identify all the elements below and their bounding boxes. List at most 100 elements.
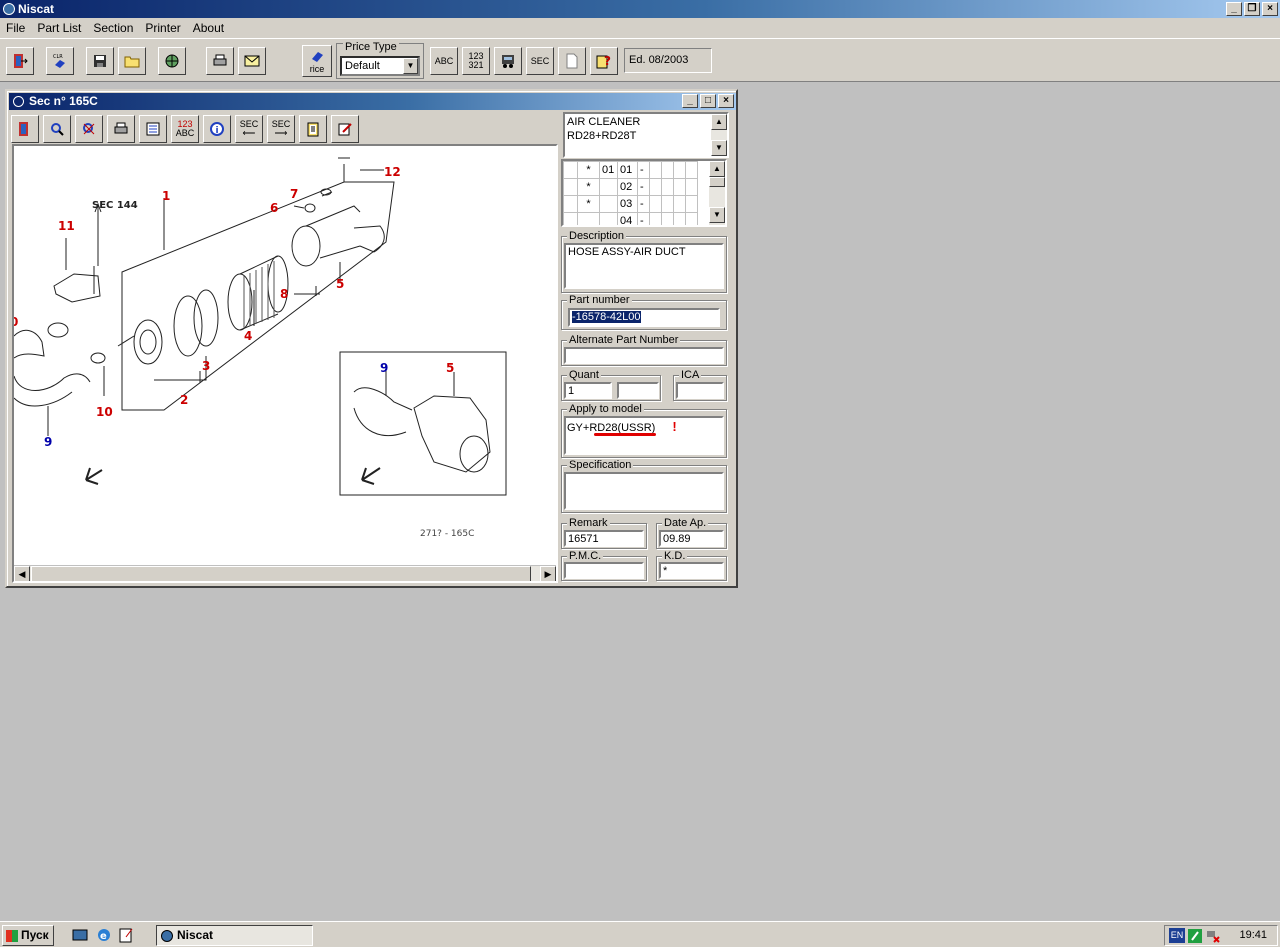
menu-printer[interactable]: Printer <box>139 18 186 38</box>
notepad-icon[interactable] <box>118 927 134 943</box>
quant-field[interactable]: 1 <box>564 382 612 399</box>
windows-flag-icon <box>6 930 18 942</box>
green-refresh-icon[interactable] <box>1187 928 1203 944</box>
date-ap-field[interactable]: 09.89 <box>659 530 724 547</box>
remark-field[interactable]: 16571 <box>564 530 644 547</box>
exit-door-icon <box>19 122 28 136</box>
menu-file[interactable]: File <box>0 18 31 38</box>
table-row[interactable]: * 02 - <box>563 178 698 196</box>
grid-scrollbar[interactable]: ▲ ▼ <box>709 161 725 225</box>
mail-button[interactable] <box>238 47 266 75</box>
parts-grid[interactable]: * 01 01 - * 02 - * 03 - 04 - ▲ ▼ <box>561 159 727 227</box>
price-type-label: Price Type <box>343 41 399 53</box>
child-close-button[interactable]: × <box>718 94 734 108</box>
minimize-button[interactable]: _ <box>1226 2 1242 16</box>
info-button[interactable]: i <box>203 115 231 143</box>
main-toolbar: CLR rice Price Type Default ▼ ABC 123 32… <box>0 38 1280 82</box>
exploded-view-drawing: SEC 144 1 2 3 4 5 6 7 8 10 11 12 0 5 9 9… <box>14 157 507 539</box>
section-name-scrollbar[interactable]: ▲ ▼ <box>711 114 727 156</box>
globe-button[interactable] <box>158 47 186 75</box>
scroll-down-icon[interactable]: ▼ <box>709 207 725 223</box>
svg-text:e: e <box>100 931 107 942</box>
drawing-footer-code: 271? - 165C <box>420 529 474 539</box>
language-indicator[interactable]: EN <box>1169 928 1185 943</box>
description-group: Description HOSE ASSY-AIR DUCT <box>561 230 727 293</box>
section-print-button[interactable] <box>107 115 135 143</box>
network-disconnected-icon[interactable] <box>1205 928 1221 944</box>
table-row[interactable]: * 01 01 - <box>563 161 698 179</box>
start-button[interactable]: Пуск <box>2 925 54 946</box>
description-label: Description <box>567 230 627 242</box>
zoom-button[interactable] <box>43 115 71 143</box>
save-button[interactable] <box>86 47 114 75</box>
price-type-select[interactable]: Default ▼ <box>340 56 420 76</box>
specification-field[interactable] <box>564 472 724 510</box>
close-button[interactable]: × <box>1262 2 1278 16</box>
internet-explorer-icon[interactable]: e <box>96 927 112 943</box>
menu-about[interactable]: About <box>187 18 230 38</box>
restore-button[interactable]: ❐ <box>1244 2 1260 16</box>
prev-section-button[interactable]: SEC ⟵ <box>235 115 263 143</box>
callout-8: 8 <box>280 287 288 301</box>
pmc-field[interactable] <box>564 562 644 579</box>
section-window-title-bar[interactable]: Sec n° 165C _ □ × <box>9 93 736 110</box>
alt-part-number-field[interactable] <box>564 347 724 364</box>
list-button[interactable] <box>139 115 167 143</box>
menu-part-list[interactable]: Part List <box>31 18 87 38</box>
section-exit-button[interactable] <box>11 115 39 143</box>
task-niscat[interactable]: Niscat <box>156 925 313 946</box>
part-number-label: Part number <box>567 294 632 306</box>
section-button[interactable]: SEC <box>526 47 554 75</box>
exit-button[interactable] <box>6 47 34 75</box>
magnifier-icon <box>51 123 64 136</box>
printer-icon <box>114 122 128 134</box>
clipboard-button[interactable] <box>299 115 327 143</box>
next-section-button[interactable]: SEC ⟶ <box>267 115 295 143</box>
chevron-down-icon[interactable]: ▼ <box>403 58 418 74</box>
print-button[interactable] <box>206 47 234 75</box>
quant-secondary-field[interactable] <box>617 382 659 399</box>
truck-icon <box>502 55 514 68</box>
callout-6: 6 <box>270 201 278 215</box>
show-desktop-icon[interactable] <box>72 927 88 943</box>
zoom-reset-button[interactable] <box>75 115 103 143</box>
quant-group: Quant 1 <box>561 369 661 401</box>
grid-scroll-thumb[interactable] <box>709 177 725 187</box>
parts-diagram[interactable]: SEC 144 1 2 3 4 5 6 7 8 10 11 12 0 5 9 9… <box>12 144 558 583</box>
sort-button[interactable]: 123 ABC <box>171 115 199 143</box>
truck-button[interactable] <box>494 47 522 75</box>
edit-button[interactable] <box>331 115 359 143</box>
menu-section[interactable]: Section <box>87 18 139 38</box>
task-niscat-label: Niscat <box>177 928 214 942</box>
ica-field[interactable] <box>676 382 724 399</box>
clear-button[interactable]: CLR <box>46 47 74 75</box>
price-button[interactable]: rice <box>302 45 332 77</box>
scroll-right-icon[interactable]: ▶ <box>540 566 556 581</box>
open-button[interactable] <box>118 47 146 75</box>
drawing-horizontal-scrollbar[interactable]: ◀ ▶ <box>14 565 556 581</box>
help-button[interactable]: ? <box>590 47 618 75</box>
child-maximize-button[interactable]: □ <box>700 94 716 108</box>
kd-field[interactable]: * <box>659 562 724 579</box>
new-page-button[interactable] <box>558 47 586 75</box>
section-button-label: SEC <box>530 55 550 66</box>
scroll-thumb[interactable] <box>31 566 531 581</box>
table-row[interactable]: * 03 - <box>563 195 698 213</box>
section-name-box[interactable]: AIR CLEANER RD28+RD28T ▲ ▼ <box>563 112 729 158</box>
scroll-up-icon[interactable]: ▲ <box>709 161 725 177</box>
callout-1: 1 <box>162 189 170 203</box>
table-row[interactable]: 04 - <box>563 212 698 225</box>
scroll-left-icon[interactable]: ◀ <box>14 566 30 581</box>
app-title-bar[interactable]: Niscat _ ❐ × <box>0 0 1280 18</box>
callout-12: 12 <box>384 165 401 179</box>
apply-to-model-field[interactable]: GY+RD28(USSR) ! <box>564 416 724 455</box>
sort-123-button[interactable]: 123 321 <box>462 47 490 75</box>
part-number-field[interactable]: -16578-42L00 <box>568 308 720 327</box>
sort-button-bottom: ABC <box>175 128 195 138</box>
scroll-down-icon[interactable]: ▼ <box>711 140 727 156</box>
scroll-up-icon[interactable]: ▲ <box>711 114 727 130</box>
sort-abc-button[interactable]: ABC <box>430 47 458 75</box>
description-value: HOSE ASSY-AIR DUCT <box>568 246 686 258</box>
description-field[interactable]: HOSE ASSY-AIR DUCT <box>564 243 724 289</box>
child-minimize-button[interactable]: _ <box>682 94 698 108</box>
